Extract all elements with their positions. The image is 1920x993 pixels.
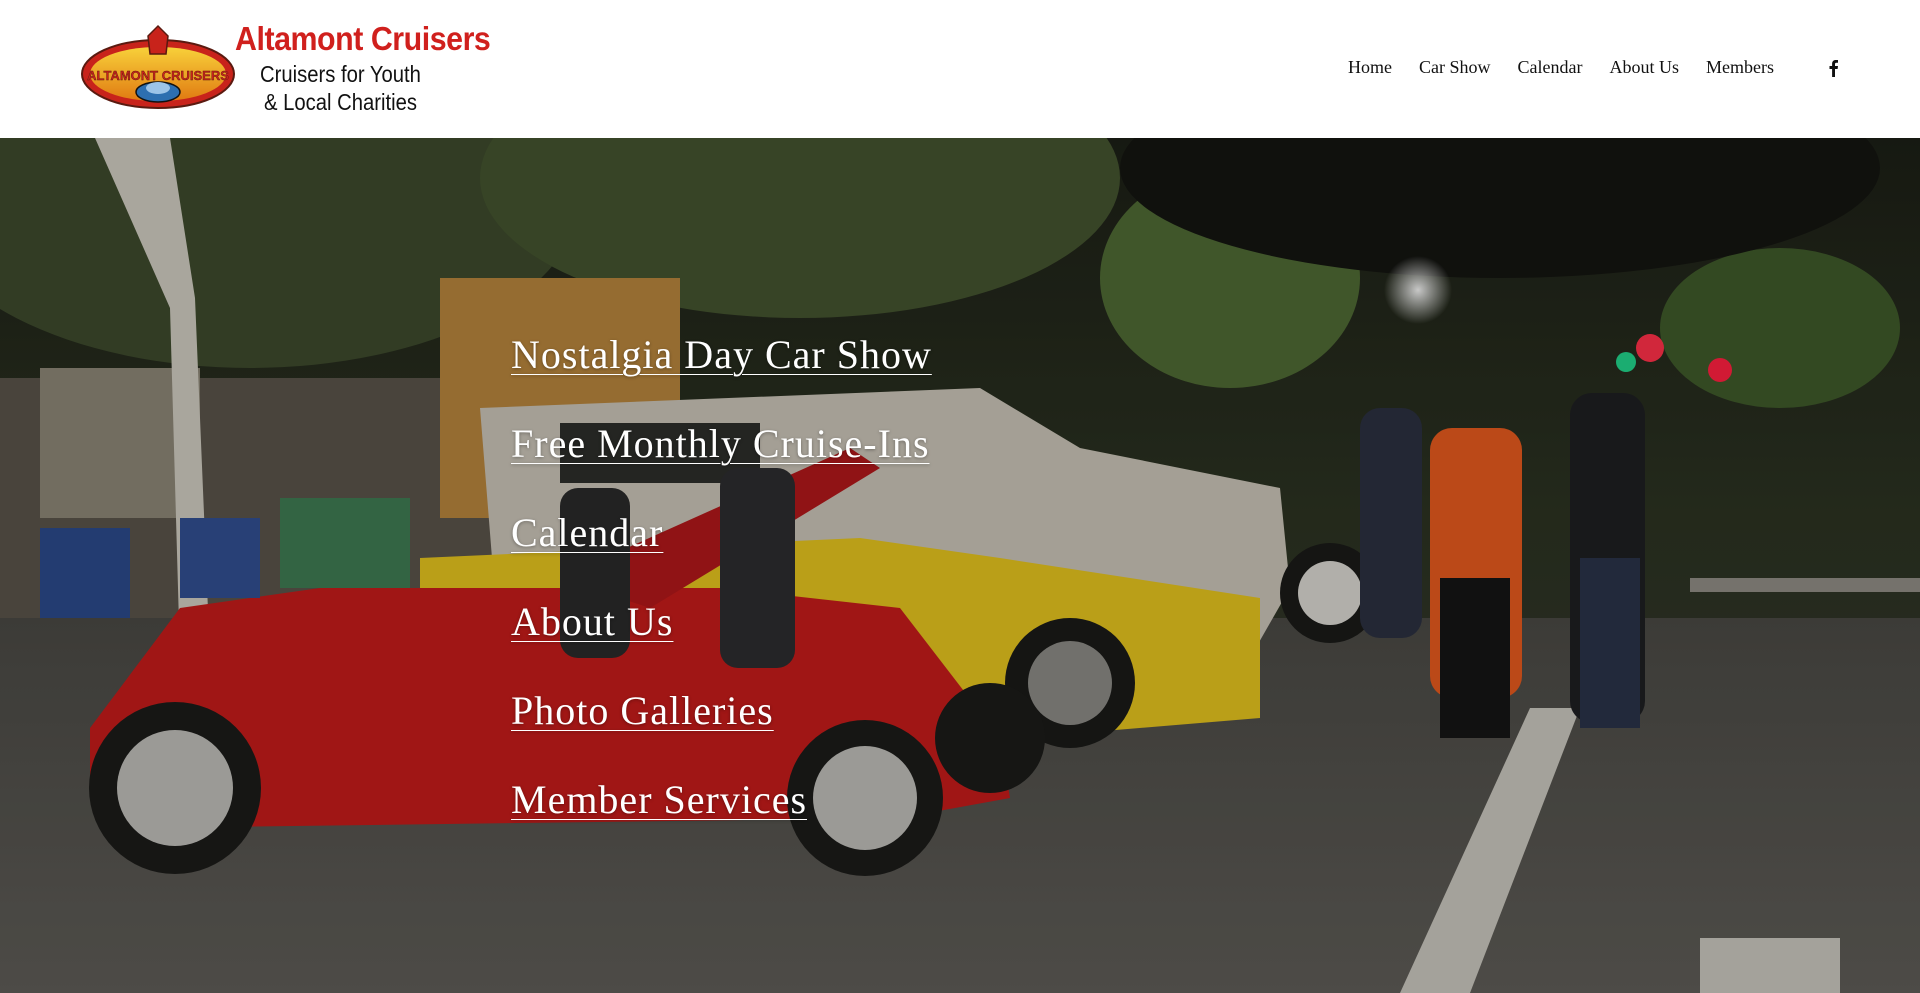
hero-link-list: Nostalgia Day Car Show Free Monthly Crui…	[511, 333, 932, 867]
brand-title: Altamont Cruisers	[235, 20, 491, 57]
hero-background-image	[0, 138, 1920, 993]
tagline-line-1: Cruisers for Youth	[260, 61, 421, 87]
main-nav: Home Car Show Calendar About Us Members	[1348, 57, 1801, 78]
tagline-line-2: & Local Charities	[263, 89, 417, 115]
svg-text:ALTAMONT CRUISERS: ALTAMONT CRUISERS	[87, 68, 229, 83]
hero-link-calendar[interactable]: Calendar	[511, 511, 932, 600]
nav-item-members[interactable]: Members	[1706, 57, 1774, 78]
nav-item-about-us[interactable]: About Us	[1609, 57, 1679, 78]
nav-item-car-show[interactable]: Car Show	[1419, 57, 1491, 78]
hero-link-member-services[interactable]: Member Services	[511, 778, 932, 867]
hero-banner: Nostalgia Day Car Show Free Monthly Crui…	[0, 138, 1920, 993]
site-header: ALTAMONT CRUISERS Altamont Cruisers Crui…	[0, 0, 1920, 138]
hero-link-about-us[interactable]: About Us	[511, 600, 932, 689]
nav-item-home[interactable]: Home	[1348, 57, 1392, 78]
hero-link-nostalgia-day-car-show[interactable]: Nostalgia Day Car Show	[511, 333, 932, 422]
facebook-icon[interactable]	[1826, 59, 1840, 77]
brand-tagline: Cruisers for Youth & Local Charities	[260, 60, 421, 116]
nav-item-calendar[interactable]: Calendar	[1518, 57, 1583, 78]
hero-link-photo-galleries[interactable]: Photo Galleries	[511, 689, 932, 778]
altamont-cruisers-logo[interactable]: ALTAMONT CRUISERS	[78, 24, 238, 114]
hero-link-free-monthly-cruise-ins[interactable]: Free Monthly Cruise-Ins	[511, 422, 932, 511]
